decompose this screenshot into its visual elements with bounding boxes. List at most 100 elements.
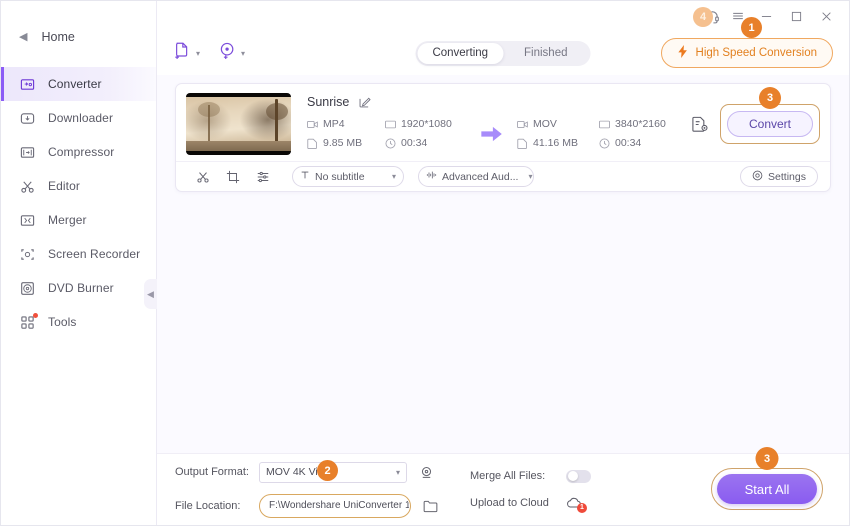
file-info: Sunrise MP4 1920*1080 9.85 MB 00:34 MOV … (291, 93, 685, 155)
output-format-row: Output Format: MOV 4K Vide ▾ (175, 461, 438, 483)
maximize-button[interactable] (781, 3, 811, 29)
sidebar-item-label: Tools (48, 315, 77, 329)
home-label: Home (41, 30, 75, 44)
format-preview-icon[interactable] (419, 465, 434, 480)
file-name-row: Sunrise (307, 95, 685, 109)
chevron-left-icon: ◀ (147, 288, 154, 299)
marker-badge-1-menu: 1 (741, 17, 762, 38)
file-location-label: File Location: (175, 499, 241, 512)
close-button[interactable] (811, 3, 841, 29)
sidebar-item-downloader[interactable]: Downloader (1, 101, 156, 135)
downloader-icon (19, 110, 36, 127)
sidebar-item-label: Merger (48, 213, 87, 227)
file-card-top: Sunrise MP4 1920*1080 9.85 MB 00:34 MOV … (176, 84, 830, 161)
target-size: 41.16 MB (517, 137, 599, 149)
editor-scissors-icon (19, 178, 36, 195)
output-format-label: Output Format: (175, 466, 249, 478)
tab-finished[interactable]: Finished (503, 43, 589, 64)
sidebar-collapse-toggle[interactable]: ◀ (144, 279, 157, 309)
merge-all-files-toggle[interactable] (566, 469, 591, 483)
subtitle-value: No subtitle (315, 170, 365, 183)
chevron-left-icon: ◀ (19, 30, 28, 43)
high-speed-conversion-button[interactable]: High Speed Conversion (660, 38, 833, 68)
file-card-toolbar: No subtitle ▾ Advanced Aud... ▾ Settings (176, 161, 830, 191)
start-all-button[interactable]: Start All (717, 474, 817, 504)
tools-new-dot (33, 312, 38, 318)
file-settings-icon[interactable] (691, 115, 710, 134)
sidebar-item-dvd-burner[interactable]: DVD Burner (1, 271, 156, 305)
source-resolution: 1920*1080 (385, 118, 467, 130)
marker-badge-2-format: 2 (317, 460, 338, 481)
audio-wave-icon (426, 170, 437, 183)
chevron-down-icon: ▾ (395, 467, 400, 477)
target-resolution: 3840*2160 (599, 118, 685, 130)
marker-badge-3-convert: 3 (759, 87, 781, 109)
file-location-select[interactable]: F:\Wondershare UniConverter 1 ▾ (261, 495, 409, 516)
bottom-bar: Output Format: MOV 4K Vide ▾ File Locati… (157, 447, 849, 525)
convert-button[interactable]: Convert (727, 111, 813, 137)
trim-scissors-icon[interactable] (188, 166, 218, 188)
settings-button[interactable]: Settings (740, 166, 818, 187)
sidebar-item-converter[interactable]: Converter (1, 67, 156, 101)
settings-label: Settings (768, 170, 806, 183)
sidebar-item-label: DVD Burner (48, 281, 114, 295)
file-location-row: File Location: F:\Wondershare UniConvert… (175, 493, 438, 518)
format-comparison: MP4 1920*1080 9.85 MB 00:34 MOV 3840*216… (307, 118, 685, 149)
cloud-badge: 1 (577, 502, 587, 513)
tab-converting[interactable]: Converting (417, 42, 503, 64)
top-toolbar: ▾ ▾ Converting Finished High Speed Conve… (157, 31, 849, 75)
sidebar-nav: Converter Downloader Compressor Editor M… (1, 67, 156, 339)
sidebar-item-compressor[interactable]: Compressor (1, 135, 156, 169)
target-duration: 00:34 (599, 137, 685, 149)
audio-dropdown[interactable]: Advanced Aud... ▾ (418, 166, 534, 187)
audio-value: Advanced Aud... (442, 170, 519, 183)
source-format: MP4 (307, 118, 385, 130)
convert-highlight-box: Convert 3 (720, 87, 820, 144)
merger-icon (19, 212, 36, 229)
sidebar-item-label: Editor (48, 179, 80, 193)
converter-icon (19, 76, 36, 93)
converting-finished-tabs: Converting Finished (415, 40, 591, 66)
add-file-button[interactable]: ▾ (173, 41, 200, 66)
marker-badge-3-startall: 3 (755, 447, 779, 470)
screen-recorder-icon (19, 246, 36, 263)
chevron-down-icon: ▾ (241, 48, 246, 58)
sidebar-item-label: Converter (48, 77, 102, 91)
file-card: Sunrise MP4 1920*1080 9.85 MB 00:34 MOV … (175, 83, 831, 192)
add-dvd-button[interactable]: ▾ (218, 41, 245, 66)
effect-lines-icon[interactable] (248, 166, 278, 188)
sidebar-item-screen-recorder[interactable]: Screen Recorder (1, 237, 156, 271)
source-size: 9.85 MB (307, 137, 385, 149)
merge-label: Merge All Files: (470, 470, 546, 482)
merge-all-files-row: Merge All Files: (470, 469, 591, 483)
edit-pencil-icon[interactable] (358, 96, 372, 109)
video-thumbnail[interactable] (186, 93, 291, 155)
sidebar-item-tools[interactable]: Tools (1, 305, 156, 339)
upload-to-cloud-row: Upload to Cloud 1 (470, 496, 591, 513)
chevron-down-icon: ▾ (391, 172, 396, 181)
toggle-knob (567, 471, 578, 481)
file-card-actions: Convert 3 (685, 87, 820, 155)
folder-icon[interactable] (423, 499, 438, 513)
subtitle-dropdown[interactable]: No subtitle ▾ (292, 166, 404, 187)
chevron-down-icon: ▾ (528, 172, 533, 181)
high-speed-label: High Speed Conversion (695, 47, 817, 59)
home-back-row[interactable]: ◀ Home (1, 23, 156, 51)
source-meta: MP4 1920*1080 9.85 MB 00:34 (307, 118, 467, 149)
target-format: MOV (517, 118, 599, 130)
sidebar-item-editor[interactable]: Editor (1, 169, 156, 203)
lightning-bolt-icon (677, 45, 689, 61)
merge-upload-settings: Merge All Files: Upload to Cloud 1 (470, 469, 591, 513)
subtitle-T-icon (300, 170, 310, 183)
sidebar-item-merger[interactable]: Merger (1, 203, 156, 237)
crop-icon[interactable] (218, 166, 248, 188)
source-duration: 00:34 (385, 137, 467, 149)
ground-decor (186, 141, 291, 151)
target-meta: MOV 3840*2160 41.16 MB 00:34 (517, 118, 685, 149)
compressor-icon (19, 144, 36, 161)
sidebar-item-label: Compressor (48, 145, 115, 159)
add-file-icon (173, 41, 193, 66)
uniconverter-window: ◀ Home Converter Downloader Compressor E… (0, 0, 850, 526)
add-dvd-icon (218, 41, 238, 66)
cloud-upload-button[interactable]: 1 (566, 496, 587, 513)
